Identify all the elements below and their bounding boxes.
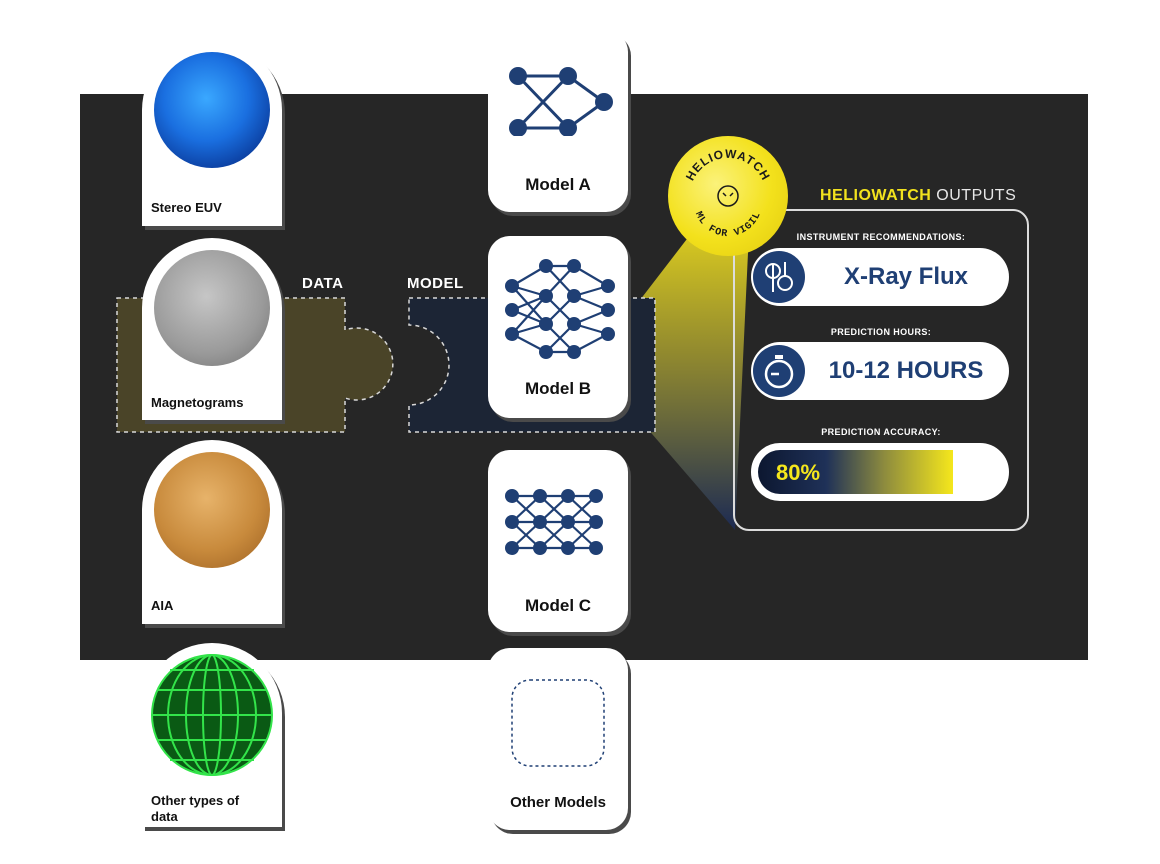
badge-top-text: HELIOWATCH: [683, 147, 772, 183]
accuracy-value: 80%: [776, 460, 821, 485]
neural-net-icon: [505, 489, 603, 555]
data-card-magnetograms: Magnetograms: [142, 238, 282, 420]
sun-aia-icon: [154, 452, 270, 568]
outputs-title-rest: OUTPUTS: [931, 187, 1017, 204]
data-card-aia: AIA: [142, 440, 282, 624]
data-card-other: Other types of data: [142, 643, 282, 827]
data-label: Stereo EUV: [151, 200, 222, 215]
hours-pill: 10-12 HOURS: [751, 342, 1009, 400]
badge-emblem-icon: [717, 185, 739, 207]
model-card-b: Model B: [488, 236, 628, 418]
hours-label: PREDICTION HOURS:: [830, 327, 932, 337]
model-label: Model B: [524, 379, 592, 398]
outputs-title: HELIOWATCH OUTPUTS: [820, 187, 1016, 205]
model-card-other: Other Models: [488, 648, 628, 830]
stopwatch-icon: [753, 345, 805, 397]
model-card-a: Model A: [488, 30, 628, 212]
magnetogram-icon: [154, 250, 270, 366]
model-label: Other Models: [510, 794, 606, 811]
accuracy-label: PREDICTION ACCURACY:: [821, 427, 941, 437]
svg-text:HELIOWATCH: HELIOWATCH: [683, 147, 773, 183]
model-card-c: Model C: [488, 450, 628, 632]
instrument-label: INSTRUMENT RECOMMENDATIONS:: [796, 232, 966, 242]
instrument-icon: [753, 251, 805, 303]
neural-net-icon: [509, 67, 613, 136]
model-label: Model A: [525, 175, 591, 194]
data-label: Magnetograms: [151, 395, 244, 410]
data-card-stereo-euv: Stereo EUV: [142, 40, 282, 226]
outputs-title-highlight: HELIOWATCH: [820, 187, 932, 204]
model-label: Model C: [524, 596, 592, 615]
model-section-title: MODEL: [407, 275, 464, 292]
instrument-pill: X-Ray Flux: [751, 248, 1009, 306]
data-label: Other types of data: [151, 793, 240, 824]
data-label: AIA: [151, 598, 174, 613]
placeholder-icon: [511, 679, 605, 767]
neural-net-icon: [505, 259, 615, 359]
accuracy-pill: 80%: [751, 443, 1009, 501]
data-section-title: DATA: [302, 275, 344, 292]
instrument-value: X-Ray Flux: [843, 263, 969, 290]
wireframe-globe-icon: [151, 654, 273, 776]
hours-value: 10-12 HOURS: [828, 357, 984, 384]
sun-euv-icon: [154, 52, 270, 168]
